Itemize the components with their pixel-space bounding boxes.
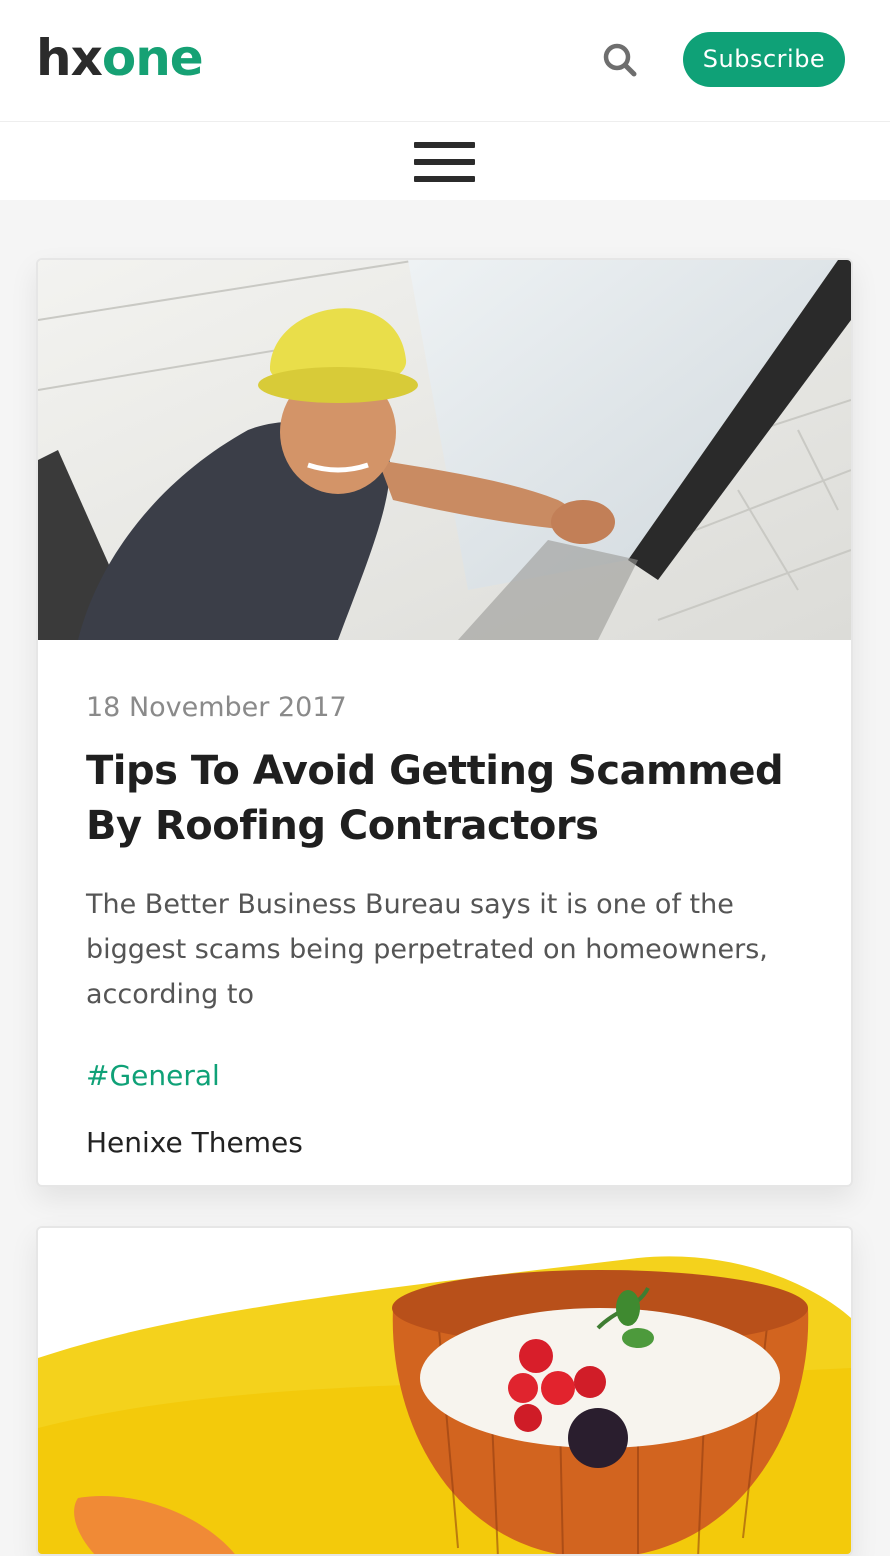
post-card — [36, 1226, 853, 1556]
subscribe-button[interactable]: Subscribe — [683, 32, 845, 87]
post-image[interactable] — [38, 260, 851, 640]
logo-part-hx: hx — [36, 29, 103, 87]
post-date: 18 November 2017 — [86, 692, 347, 723]
post-tag[interactable]: #General — [86, 1059, 220, 1092]
post-author[interactable]: Henixe Themes — [86, 1126, 303, 1159]
post-excerpt: The Better Business Bureau says it is on… — [86, 889, 768, 1010]
site-logo[interactable]: hxone — [36, 26, 204, 90]
top-header: hxone Subscribe — [0, 0, 890, 122]
search-icon[interactable] — [598, 38, 642, 82]
main-nav — [0, 122, 890, 200]
post-image[interactable] — [38, 1228, 851, 1554]
hamburger-menu-icon[interactable] — [414, 142, 475, 182]
logo-part-one: one — [101, 29, 204, 87]
post-title[interactable]: Tips To Avoid Getting Scammed By Roofing… — [86, 744, 806, 854]
post-card: 18 November 2017 Tips To Avoid Getting S… — [36, 258, 853, 1187]
